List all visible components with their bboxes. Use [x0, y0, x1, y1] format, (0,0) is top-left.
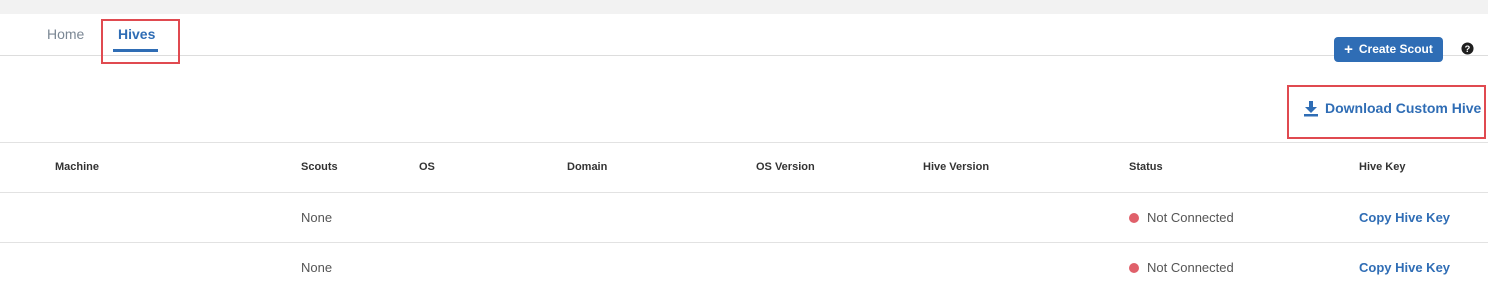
question-circle-icon[interactable]: ?: [1461, 42, 1474, 55]
status-dot-icon: [1129, 213, 1139, 223]
column-header-os-version[interactable]: OS Version: [756, 143, 815, 191]
create-scout-button[interactable]: + Create Scout: [1334, 37, 1443, 62]
column-header-os[interactable]: OS: [419, 143, 435, 191]
tab-home[interactable]: Home: [47, 14, 84, 56]
table-row[interactable]: None Not Connected Copy Hive Key: [0, 243, 1488, 293]
cell-scouts: None: [301, 260, 333, 275]
cell-scouts: None: [301, 210, 333, 225]
cell-status: Not Connected: [1147, 210, 1234, 225]
column-header-hive-key[interactable]: Hive Key: [1359, 143, 1405, 191]
plus-icon: +: [1344, 41, 1353, 58]
column-header-hive-version[interactable]: Hive Version: [923, 143, 989, 191]
cell-status: Not Connected: [1147, 260, 1234, 275]
column-header-machine[interactable]: Machine: [55, 143, 99, 191]
column-header-scouts[interactable]: Scouts: [301, 143, 338, 191]
download-highlight: [1287, 85, 1486, 139]
table-row[interactable]: None Not Connected Copy Hive Key: [0, 193, 1488, 243]
copy-hive-key-link[interactable]: Copy Hive Key: [1359, 243, 1450, 293]
table-header: Machine Scouts OS Domain OS Version Hive…: [0, 142, 1488, 193]
create-scout-label: Create Scout: [1358, 42, 1433, 56]
copy-hive-key-link[interactable]: Copy Hive Key: [1359, 193, 1450, 243]
status-dot-icon: [1129, 263, 1139, 273]
column-header-domain[interactable]: Domain: [567, 143, 607, 191]
top-strip: [0, 0, 1488, 14]
column-header-status[interactable]: Status: [1129, 143, 1163, 191]
hives-tab-highlight: [101, 19, 180, 64]
top-navbar: Home Hives + Create Scout ?: [0, 14, 1488, 62]
svg-text:?: ?: [1465, 44, 1471, 54]
